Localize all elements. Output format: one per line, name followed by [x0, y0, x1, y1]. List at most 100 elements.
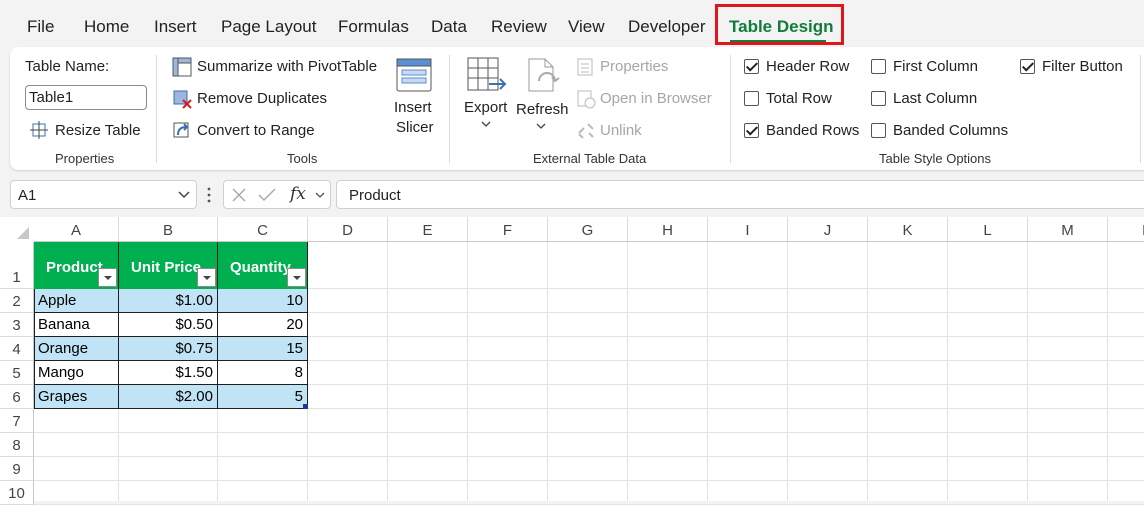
group-separator [449, 55, 450, 163]
chevron-down-icon[interactable] [178, 191, 190, 199]
table-cell[interactable]: $1.00 [119, 289, 218, 313]
group-label-external-table-data: External Table Data [533, 151, 647, 166]
header-row-checkbox[interactable] [744, 59, 759, 74]
column-header-l[interactable]: L [948, 217, 1028, 242]
table-cell[interactable]: 5 [218, 385, 308, 409]
gridline-column [467, 242, 468, 501]
tab-insert[interactable]: Insert [154, 17, 197, 37]
cancel-icon[interactable] [232, 188, 246, 202]
column-header-c[interactable]: C [218, 217, 308, 242]
worksheet-grid[interactable]: ABCDEFGHIJKLMN12345678910ProductUnit Pri… [0, 217, 1144, 505]
gridline-row [34, 456, 1144, 457]
first-column-checkbox[interactable] [871, 59, 886, 74]
table-cell[interactable]: 8 [218, 361, 308, 385]
column-header-i[interactable]: I [708, 217, 788, 242]
chevron-down-icon[interactable] [315, 192, 325, 199]
row-header-10[interactable]: 10 [0, 481, 34, 505]
chevron-down-icon [481, 121, 491, 127]
table-resize-handle[interactable] [303, 404, 308, 409]
table-cell[interactable]: $0.50 [119, 313, 218, 337]
total-row-label: Total Row [766, 90, 832, 107]
column-header-h[interactable]: H [628, 217, 708, 242]
column-header-f[interactable]: F [468, 217, 548, 242]
last-column-checkbox[interactable] [871, 91, 886, 106]
row-header-8[interactable]: 8 [0, 433, 34, 457]
insert-slicer-label-2[interactable]: Slicer [396, 119, 434, 136]
row-header-4[interactable]: 4 [0, 337, 34, 361]
open-in-browser-button[interactable]: Open in Browser [600, 90, 712, 107]
column-header-j[interactable]: J [788, 217, 868, 242]
formula-content: Product [349, 187, 401, 204]
summarize-pivottable-button[interactable]: Summarize with PivotTable [197, 58, 377, 75]
gridline-column [947, 242, 948, 501]
tab-page-layout[interactable]: Page Layout [221, 17, 316, 37]
tab-formulas[interactable]: Formulas [338, 17, 409, 37]
row-header-3[interactable]: 3 [0, 313, 34, 337]
enter-check-icon[interactable] [258, 188, 276, 202]
table-name-input[interactable]: Table1 [25, 85, 147, 110]
row-header-1[interactable]: 1 [0, 242, 34, 289]
convert-to-range-button[interactable]: Convert to Range [197, 122, 315, 139]
column-header-k[interactable]: K [868, 217, 948, 242]
table-cell[interactable]: $0.75 [119, 337, 218, 361]
column-header-m[interactable]: M [1028, 217, 1108, 242]
tab-review[interactable]: Review [491, 17, 547, 37]
tab-developer[interactable]: Developer [628, 17, 706, 37]
row-header-5[interactable]: 5 [0, 361, 34, 385]
column-header-e[interactable]: E [388, 217, 468, 242]
table-cell[interactable]: Banana [34, 313, 119, 337]
tab-file[interactable]: File [27, 17, 54, 37]
filter-dropdown-button[interactable] [287, 268, 306, 287]
tab-view[interactable]: View [568, 17, 605, 37]
column-header-d[interactable]: D [308, 217, 388, 242]
row-header-7[interactable]: 7 [0, 409, 34, 433]
group-separator [730, 55, 731, 163]
gridline-column [627, 242, 628, 501]
banded-columns-checkbox[interactable] [871, 123, 886, 138]
resize-table-button[interactable]: Resize Table [55, 122, 141, 139]
banded-rows-checkbox[interactable] [744, 123, 759, 138]
insert-function-button[interactable]: fx [290, 184, 306, 204]
table-cell[interactable]: Apple [34, 289, 119, 313]
select-all-corner-icon[interactable] [16, 226, 30, 240]
table-cell[interactable]: Grapes [34, 385, 119, 409]
gridline-column [387, 242, 388, 501]
row-header-6[interactable]: 6 [0, 385, 34, 409]
filter-dropdown-button[interactable] [98, 268, 117, 287]
formula-input[interactable]: Product [336, 180, 1144, 209]
more-options-icon[interactable] [207, 187, 211, 203]
table-cell[interactable]: 10 [218, 289, 308, 313]
export-button[interactable]: Export [464, 99, 507, 116]
name-box[interactable]: A1 [10, 180, 197, 209]
column-header-b[interactable]: B [119, 217, 218, 242]
row-header-9[interactable]: 9 [0, 457, 34, 481]
filter-dropdown-button[interactable] [197, 268, 216, 287]
remove-duplicates-icon [173, 90, 192, 109]
row-header-2[interactable]: 2 [0, 289, 34, 313]
refresh-button[interactable]: Refresh [516, 101, 569, 118]
table-cell[interactable]: Orange [34, 337, 119, 361]
table-cell[interactable]: Mango [34, 361, 119, 385]
column-header-g[interactable]: G [548, 217, 628, 242]
gridline-row [34, 480, 1144, 481]
group-label-table-style-options: Table Style Options [879, 151, 992, 166]
last-column-label: Last Column [893, 90, 978, 107]
tab-data[interactable]: Data [431, 17, 467, 37]
table-cell[interactable]: 15 [218, 337, 308, 361]
total-row-checkbox[interactable] [744, 91, 759, 106]
table-cell[interactable]: $2.00 [119, 385, 218, 409]
filter-button-checkbox[interactable] [1020, 59, 1035, 74]
remove-duplicates-button[interactable]: Remove Duplicates [197, 90, 327, 107]
insert-slicer-label-1[interactable]: Insert [394, 99, 432, 116]
group-label-properties: Properties [55, 151, 115, 166]
gridline-column [1027, 242, 1028, 501]
unlink-button[interactable]: Unlink [600, 122, 642, 139]
column-header-a[interactable]: A [34, 217, 119, 242]
table-cell[interactable]: 20 [218, 313, 308, 337]
table-cell[interactable]: $1.50 [119, 361, 218, 385]
properties-button[interactable]: Properties [600, 58, 668, 75]
column-header-n[interactable]: N [1108, 217, 1144, 242]
gridline-column [707, 242, 708, 501]
gridline-column [547, 242, 548, 501]
tab-home[interactable]: Home [84, 17, 129, 37]
